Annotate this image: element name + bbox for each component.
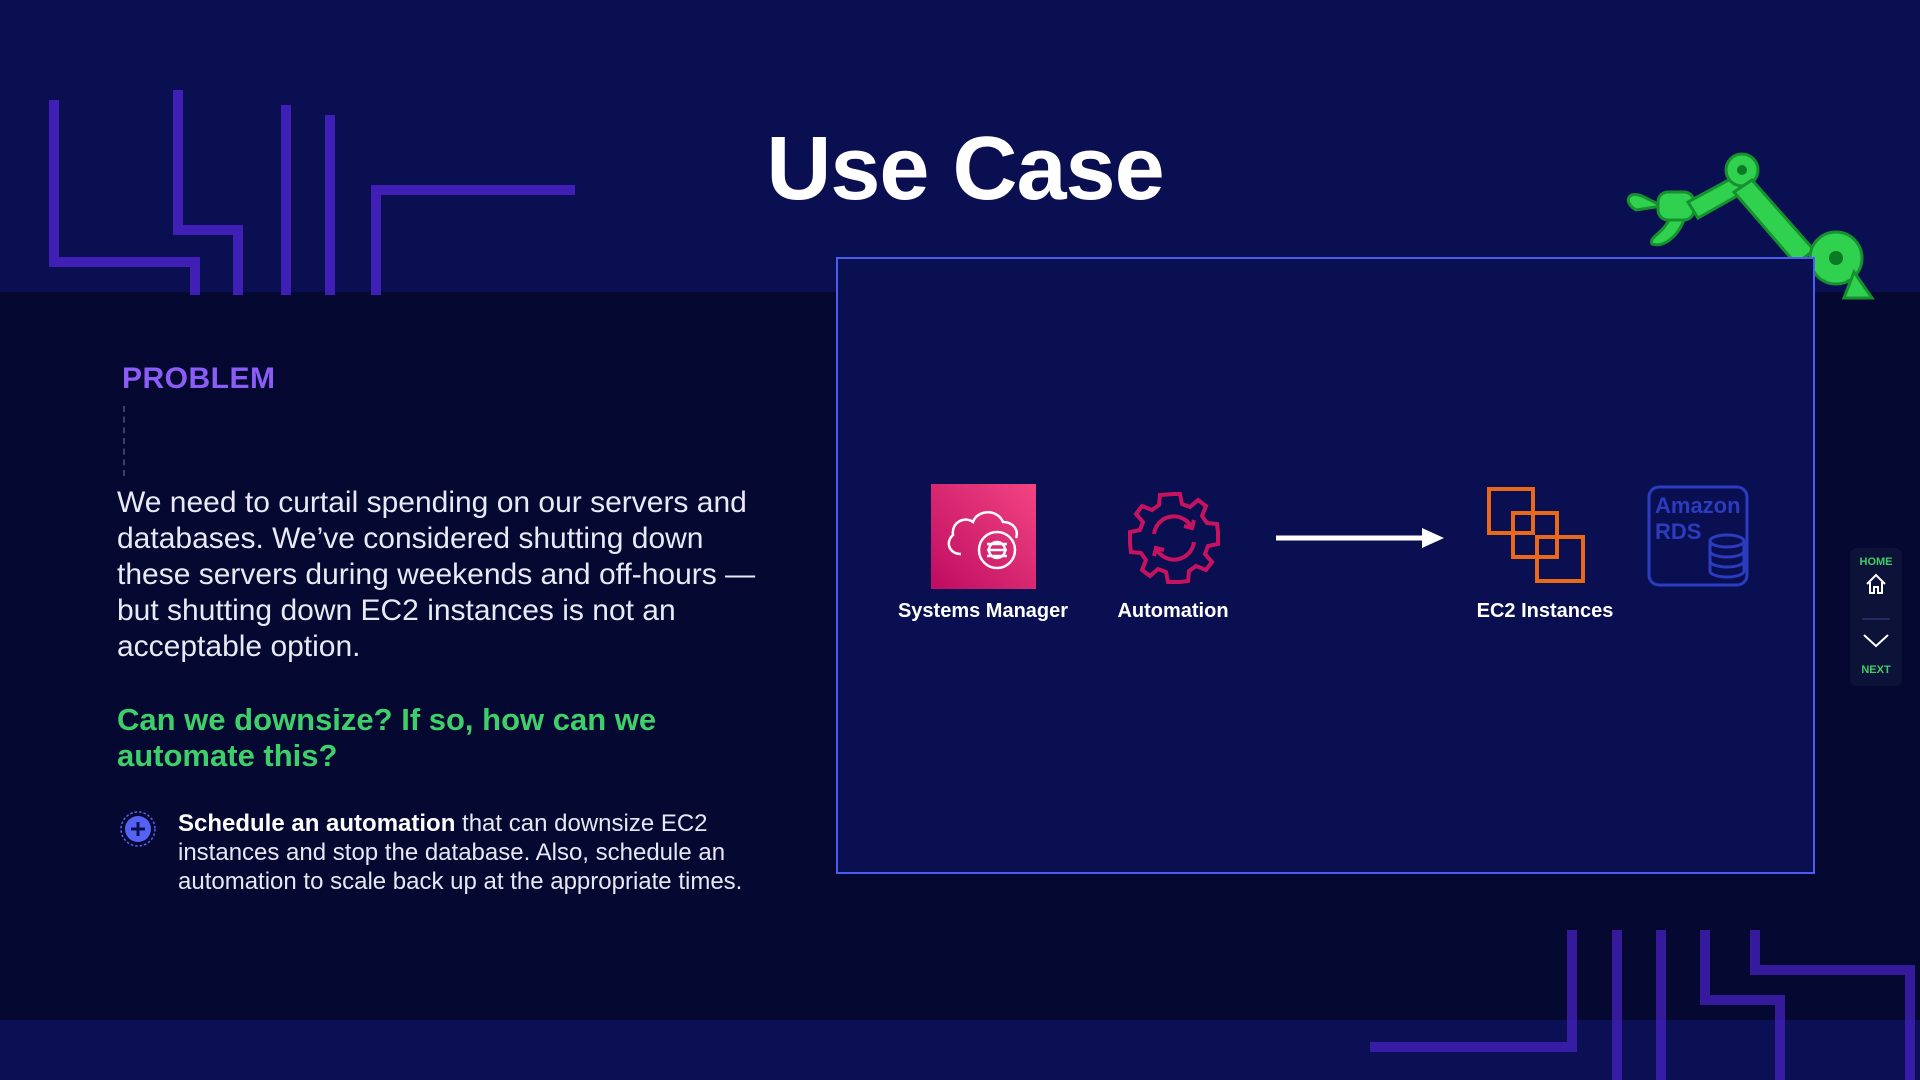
systems-manager-icon bbox=[931, 484, 1036, 589]
problem-description: We need to curtail spending on our serve… bbox=[117, 486, 756, 663]
nav-home-label[interactable]: HOME bbox=[1850, 556, 1902, 568]
plus-circle-icon bbox=[120, 811, 156, 847]
automation-icon bbox=[1128, 492, 1220, 584]
home-icon[interactable] bbox=[1864, 572, 1888, 596]
solution-bullet: Schedule an automation that can downsize… bbox=[178, 809, 758, 896]
circuit-decoration-bottom-right bbox=[1370, 930, 1915, 1080]
amazon-rds-icon: Amazon RDS bbox=[1647, 485, 1749, 587]
rds-label-line1: Amazon bbox=[1655, 493, 1741, 518]
dashed-divider bbox=[123, 406, 125, 476]
automation-label: Automation bbox=[1117, 600, 1229, 622]
ec2-instances-icon bbox=[1487, 487, 1585, 583]
problem-label: PROBLEM bbox=[122, 362, 276, 395]
nav-next-label[interactable]: NEXT bbox=[1850, 664, 1902, 676]
solution-bullet-bold: Schedule an automation bbox=[178, 810, 456, 837]
systems-manager-label: Systems Manager bbox=[897, 600, 1069, 622]
chevron-down-icon[interactable] bbox=[1862, 632, 1890, 650]
rds-label-line2: RDS bbox=[1655, 519, 1702, 544]
ec2-instances-label: EC2 Instances bbox=[1476, 600, 1614, 622]
slide-title: Use Case bbox=[766, 119, 1164, 219]
slide-nav-widget: HOME NEXT bbox=[1850, 548, 1902, 686]
nav-separator bbox=[1862, 618, 1890, 620]
arrow-right-icon bbox=[1276, 528, 1444, 548]
problem-question: Can we downsize? If so, how can we autom… bbox=[117, 702, 657, 773]
